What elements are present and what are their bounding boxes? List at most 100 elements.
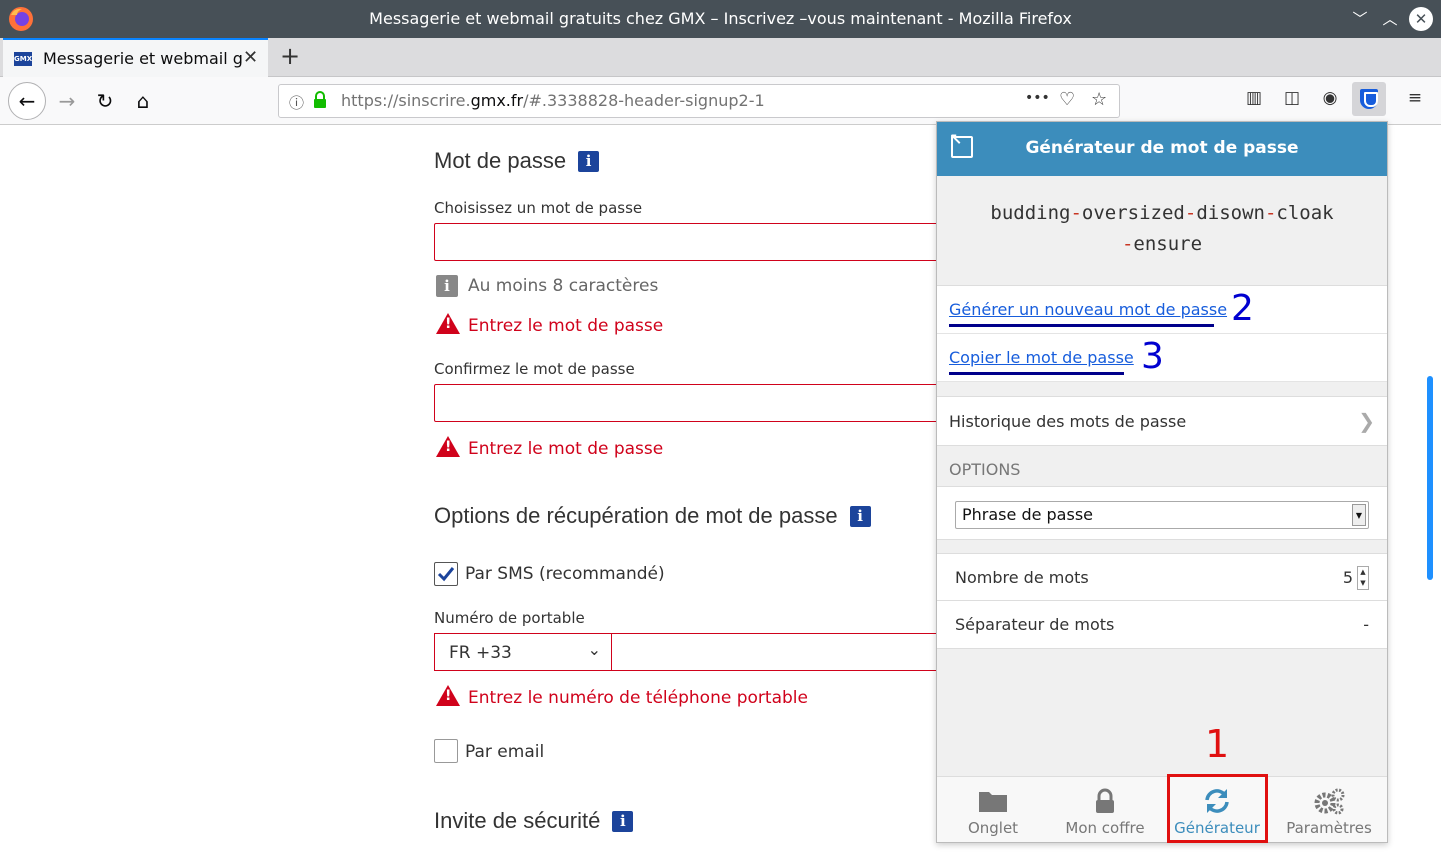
warning-icon xyxy=(436,436,460,457)
account-icon[interactable]: ◉ xyxy=(1317,88,1343,114)
generated-password[interactable]: budding-oversized-disown-cloak -ensure xyxy=(937,176,1387,286)
folder-icon xyxy=(979,792,1007,812)
browser-tab[interactable]: GMX Messagerie et webmail gratuits chez … xyxy=(3,38,268,77)
password-separator: - xyxy=(1070,202,1082,224)
password-word: disown xyxy=(1196,202,1265,224)
page-actions-icon[interactable]: ••• xyxy=(1025,90,1050,106)
dropdown-arrow-icon: ▼ xyxy=(1352,504,1366,526)
annotation-underline xyxy=(949,372,1124,375)
password-history-row[interactable]: Historique des mots de passe ❯ xyxy=(937,396,1387,446)
password-input[interactable] xyxy=(434,223,954,261)
password-word: ensure xyxy=(1133,233,1203,255)
maximize-icon[interactable]: ︿ xyxy=(1378,7,1402,31)
password-word: budding xyxy=(990,202,1071,224)
password-hint: i Au moins 8 caractères xyxy=(436,275,658,297)
num-words-spinner[interactable]: ▲ ▼ xyxy=(1357,566,1369,590)
info-gray-icon: i xyxy=(436,275,458,297)
confirm-password-label: Confirmez le mot de passe xyxy=(434,360,635,378)
password-word: cloak xyxy=(1276,202,1334,224)
pocket-icon[interactable]: ♡ xyxy=(1059,89,1075,110)
forward-button[interactable]: → xyxy=(51,85,83,117)
menu-icon[interactable]: ≡ xyxy=(1402,88,1428,114)
num-words-input[interactable]: 5 xyxy=(1343,568,1353,587)
url-text[interactable]: https://sinscrire.gmx.fr/#.3338828-heade… xyxy=(341,91,765,110)
email-label: Par email xyxy=(465,742,545,762)
sms-checkbox[interactable] xyxy=(434,562,458,586)
secure-lock-icon[interactable] xyxy=(313,91,327,109)
choose-password-label: Choisissez un mot de passe xyxy=(434,199,643,217)
site-info-icon[interactable]: ⓘ xyxy=(289,92,304,113)
chevron-right-icon: ❯ xyxy=(1358,409,1375,433)
word-separator-label: Séparateur de mots xyxy=(955,615,1115,634)
tab-strip: GMX Messagerie et webmail gratuits chez … xyxy=(0,38,1441,77)
annotation-number-1: 1 xyxy=(1205,722,1230,766)
bitwarden-tabs: Onglet Mon coffre Générateur Paramètres xyxy=(937,776,1387,842)
bookmark-star-icon[interactable]: ☆ xyxy=(1091,89,1107,110)
library-icon[interactable]: ▥ xyxy=(1241,88,1267,114)
annotation-number-2: 2 xyxy=(1231,288,1254,329)
tab-mon-coffre[interactable]: Mon coffre xyxy=(1049,777,1161,843)
page-scrollbar[interactable] xyxy=(1427,376,1433,580)
confirm-password-input[interactable] xyxy=(434,384,954,422)
type-row: Phrase de passe ▼ xyxy=(937,486,1387,540)
password-word: oversized xyxy=(1081,202,1185,224)
minimize-icon[interactable]: ﹀ xyxy=(1348,7,1372,31)
mobile-number-label: Numéro de portable xyxy=(434,609,585,627)
bitwarden-extension-button[interactable] xyxy=(1352,82,1386,116)
password-separator: - xyxy=(1264,202,1277,224)
generate-row: Générer un nouveau mot de passe 2 xyxy=(937,286,1387,334)
annotation-highlight-box xyxy=(1167,774,1268,843)
checkmark-icon xyxy=(437,567,455,582)
gears-icon xyxy=(1314,788,1345,815)
copy-row: Copier le mot de passe 3 xyxy=(937,334,1387,382)
sms-label: Par SMS (recommandé) xyxy=(465,564,665,584)
close-window-icon[interactable]: ✕ xyxy=(1409,7,1433,31)
reload-button[interactable]: ↻ xyxy=(89,85,121,117)
bitwarden-popup: Générateur de mot de passe budding-overs… xyxy=(936,121,1388,843)
type-select[interactable]: Phrase de passe ▼ xyxy=(955,501,1369,529)
num-words-label: Nombre de mots xyxy=(955,568,1089,587)
tab-label: Messagerie et webmail gratuits chez GMX xyxy=(43,49,243,68)
home-button[interactable]: ⌂ xyxy=(127,85,159,117)
window-titlebar: Messagerie et webmail gratuits chez GMX … xyxy=(0,0,1441,38)
annotation-number-3: 3 xyxy=(1141,336,1164,377)
password-history-label: Historique des mots de passe xyxy=(949,412,1187,431)
gmx-favicon-icon: GMX xyxy=(14,52,32,66)
generate-password-link[interactable]: Générer un nouveau mot de passe xyxy=(949,300,1227,319)
generator-title: Générateur de mot de passe xyxy=(1025,138,1299,158)
info-icon[interactable]: i xyxy=(849,506,871,527)
phone-input[interactable] xyxy=(611,633,954,671)
window-title: Messagerie et webmail gratuits chez GMX … xyxy=(369,9,1072,28)
tab-parametres[interactable]: Paramètres xyxy=(1273,777,1385,843)
annotation-underline xyxy=(949,324,1214,327)
recovery-section-title: Options de récupération de mot de passe i xyxy=(434,503,871,529)
chevron-down-icon: ⌄ xyxy=(587,640,601,659)
url-bar[interactable]: ⓘ https://sinscrire.gmx.fr/#.3338828-hea… xyxy=(278,84,1120,118)
security-section-title: Invite de sécurité i xyxy=(434,808,634,834)
back-button[interactable]: ← xyxy=(8,82,46,120)
tab-close-icon[interactable]: ✕ xyxy=(243,47,258,68)
word-separator-input[interactable]: - xyxy=(1363,615,1369,634)
confirm-password-error: Entrez le mot de passe xyxy=(436,436,663,459)
password-error: Entrez le mot de passe xyxy=(436,313,663,336)
country-code-select[interactable]: FR +33 ⌄ xyxy=(434,633,612,671)
generator-header: Générateur de mot de passe xyxy=(937,122,1387,176)
warning-icon xyxy=(436,685,460,706)
navigation-toolbar: ← → ↻ ⌂ ⓘ https://sinscrire.gmx.fr/#.333… xyxy=(0,77,1441,125)
new-tab-button[interactable]: + xyxy=(280,42,300,70)
num-words-row: Nombre de mots 5 ▲ ▼ xyxy=(937,553,1387,601)
password-separator: - xyxy=(1121,233,1134,255)
info-icon[interactable]: i xyxy=(612,811,634,832)
password-section-title: Mot de passe i xyxy=(434,148,600,174)
info-icon[interactable]: i xyxy=(578,151,600,172)
warning-icon xyxy=(436,313,460,334)
email-checkbox[interactable] xyxy=(434,739,458,763)
phone-error: Entrez le numéro de téléphone portable xyxy=(436,685,808,708)
sidebar-icon[interactable]: ◫ xyxy=(1279,88,1305,114)
word-separator-row: Séparateur de mots - xyxy=(937,601,1387,649)
tab-onglet[interactable]: Onglet xyxy=(937,777,1049,843)
lock-icon xyxy=(1096,788,1114,813)
copy-password-link[interactable]: Copier le mot de passe xyxy=(949,348,1134,367)
options-header: OPTIONS xyxy=(949,460,1021,479)
password-separator: - xyxy=(1184,202,1197,224)
